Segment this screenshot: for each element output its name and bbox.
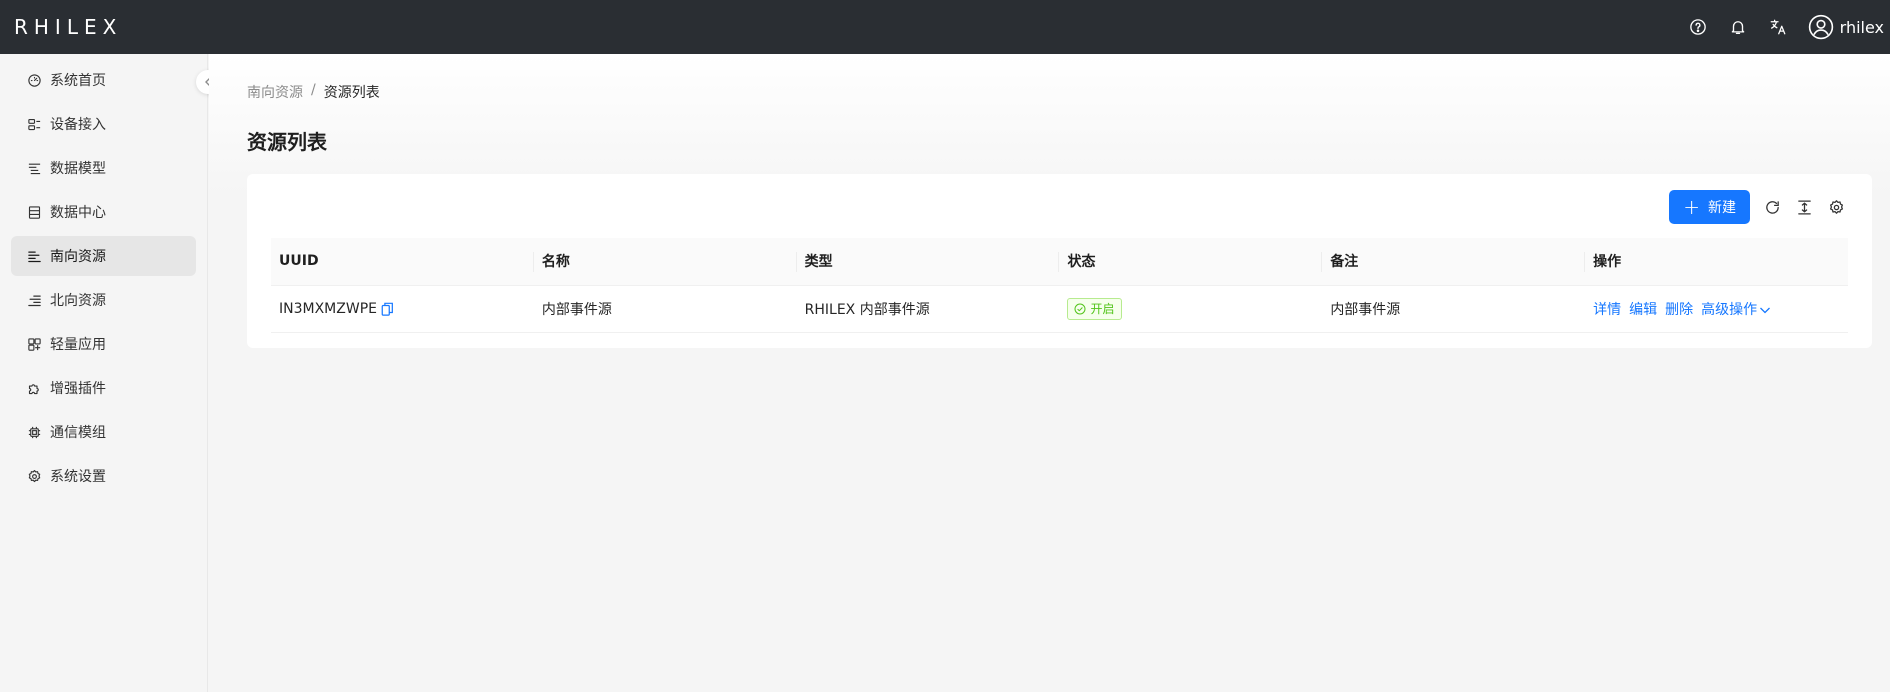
align-left-icon	[28, 251, 41, 262]
devices-icon	[28, 118, 41, 130]
breadcrumb-parent[interactable]: 南向资源	[247, 82, 303, 102]
sidebar-item-plugins[interactable]: 增强插件	[11, 368, 196, 408]
cell-name: 内部事件源	[533, 285, 797, 333]
sidebar-item-device-access[interactable]: 设备接入	[11, 104, 196, 144]
cell-actions: 详情 编辑 删除 高级操作	[1585, 285, 1848, 333]
app-logo[interactable]: RHILEX	[14, 15, 122, 39]
page-title: 资源列表	[247, 130, 327, 154]
edit-link[interactable]: 编辑	[1629, 302, 1657, 318]
sidebar-item-data-center[interactable]: 数据中心	[11, 192, 196, 232]
sidebar-item-label: 通信模组	[50, 425, 106, 441]
sidebar-item-southbound[interactable]: 南向资源	[11, 236, 196, 276]
bell-icon[interactable]	[1718, 0, 1758, 54]
dashboard-icon	[28, 73, 41, 87]
chip-icon	[28, 426, 41, 438]
breadcrumb-separator: /	[311, 82, 316, 98]
username: rhilex	[1839, 17, 1884, 37]
plus-icon: +	[1683, 195, 1700, 219]
copy-icon[interactable]	[381, 302, 394, 316]
check-circle-icon	[1074, 303, 1086, 314]
cell-type: RHILEX 内部事件源	[796, 285, 1060, 333]
new-button-label: 新建	[1708, 200, 1736, 216]
column-height-icon[interactable]	[1794, 197, 1814, 217]
column-header-type: 类型	[796, 238, 1060, 286]
cell-remark: 内部事件源	[1322, 285, 1586, 333]
top-header: RHILEX rhilex	[0, 0, 1890, 54]
table-toolbar: + 新建	[1669, 190, 1846, 224]
sidebar-item-settings[interactable]: 系统设置	[11, 456, 196, 496]
main-content: 南向资源 / 资源列表 资源列表 + 新建 UUID 名称 类型 状态 备注 操…	[209, 54, 1890, 692]
column-header-name: 名称	[533, 238, 797, 286]
align-right-icon	[28, 295, 41, 306]
sidebar: 系统首页 设备接入 数据模型 数据中心 南向资源 北向资源 轻量应用 增强插件 …	[0, 54, 208, 692]
sidebar-item-label: 北向资源	[50, 293, 106, 309]
sidebar-item-data-model[interactable]: 数据模型	[11, 148, 196, 188]
settings-icon[interactable]	[1826, 197, 1846, 217]
chevron-down-icon	[1760, 307, 1771, 313]
table-header-row: UUID 名称 类型 状态 备注 操作	[271, 238, 1848, 286]
settings-icon	[28, 469, 41, 482]
sidebar-item-label: 轻量应用	[50, 337, 106, 353]
sidebar-item-label: 设备接入	[50, 117, 106, 133]
cell-status: 开启	[1059, 285, 1323, 333]
sidebar-item-label: 系统设置	[50, 469, 106, 485]
sidebar-item-label: 增强插件	[50, 381, 106, 397]
model-icon	[28, 163, 41, 174]
sidebar-item-northbound[interactable]: 北向资源	[11, 280, 196, 320]
sidebar-item-label: 南向资源	[50, 249, 106, 265]
table-row: IN3MXMZWPE 内部事件源 RHILEX 内部事件源 开启 内部事件源 详…	[271, 285, 1848, 333]
advanced-actions-label: 高级操作	[1701, 301, 1758, 318]
breadcrumb: 南向资源 / 资源列表	[247, 82, 380, 102]
sidebar-item-label: 数据中心	[50, 205, 106, 221]
cell-uuid: IN3MXMZWPE	[271, 285, 534, 333]
detail-link[interactable]: 详情	[1593, 302, 1621, 318]
plugin-icon	[28, 383, 39, 394]
user-menu[interactable]: rhilex	[1798, 0, 1890, 54]
sidebar-item-comm-module[interactable]: 通信模组	[11, 412, 196, 452]
sidebar-item-light-apps[interactable]: 轻量应用	[11, 324, 196, 364]
new-button[interactable]: + 新建	[1669, 190, 1750, 224]
sidebar-item-home[interactable]: 系统首页	[11, 60, 196, 100]
sidebar-item-label: 系统首页	[50, 73, 106, 89]
help-icon[interactable]	[1678, 0, 1718, 54]
translate-icon[interactable]	[1758, 0, 1798, 54]
column-header-remark: 备注	[1322, 238, 1586, 286]
breadcrumb-current: 资源列表	[323, 85, 380, 101]
advanced-actions-dropdown[interactable]: 高级操作	[1701, 302, 1771, 318]
uuid-value: IN3MXMZWPE	[279, 300, 377, 317]
apps-icon	[28, 337, 41, 351]
status-badge: 开启	[1067, 297, 1122, 320]
reload-icon[interactable]	[1762, 197, 1782, 217]
resource-table: UUID 名称 类型 状态 备注 操作 IN3MXMZWPE 内部事件源 RHI…	[271, 238, 1848, 333]
column-header-uuid: UUID	[271, 238, 534, 286]
status-text: 开启	[1090, 302, 1115, 316]
column-header-status: 状态	[1059, 238, 1323, 286]
user-avatar-icon	[1808, 14, 1833, 40]
header-actions: rhilex	[1678, 0, 1890, 54]
column-header-actions: 操作	[1585, 238, 1848, 286]
delete-link[interactable]: 删除	[1665, 302, 1693, 318]
database-icon	[28, 205, 41, 219]
resource-table-card: + 新建 UUID 名称 类型 状态 备注 操作 IN3MXMZWPE 内部事件…	[247, 174, 1872, 348]
sidebar-item-label: 数据模型	[50, 161, 106, 177]
